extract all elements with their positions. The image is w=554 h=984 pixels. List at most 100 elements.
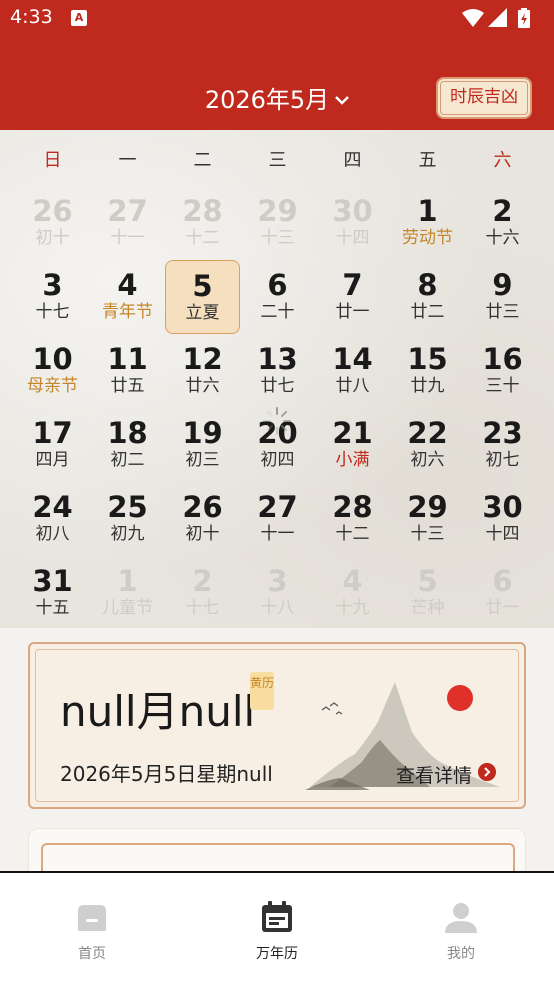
lunar-label: 初七 [485, 450, 520, 470]
day-number: 4 [117, 268, 138, 302]
gregorian-date-line: 2026年5月5日星期null [60, 762, 273, 786]
calendar-day[interactable]: 17 四月 [15, 408, 90, 482]
lunar-label: 青年节 [102, 302, 153, 322]
day-number: 30 [482, 490, 523, 524]
calendar-day[interactable]: 6 廿一 [465, 556, 540, 630]
calendar-day[interactable]: 30 十四 [315, 186, 390, 260]
calendar-day[interactable]: 13 廿七 [240, 334, 315, 408]
lunar-label: 十五 [35, 598, 70, 618]
calendar-day[interactable]: 31 十五 [15, 556, 90, 630]
calendar-day[interactable]: 4 青年节 [90, 260, 165, 334]
day-number: 22 [407, 416, 448, 450]
calendar-day[interactable]: 2 十七 [165, 556, 240, 630]
month-title: 2026年5月 [204, 86, 330, 114]
huangli-card[interactable]: null月null 黄历 2026年5月5日星期null 查看详情 [28, 642, 526, 809]
signal-icon [488, 8, 507, 27]
day-number: 8 [417, 268, 438, 302]
calendar-day[interactable]: 11 廿五 [90, 334, 165, 408]
lunar-label: 初六 [410, 450, 445, 470]
lunar-label: 初三 [185, 450, 220, 470]
calendar-day[interactable]: 27 十一 [240, 482, 315, 556]
huangli-badge: 黄历 [250, 672, 274, 710]
lunar-label: 廿一 [485, 598, 520, 618]
home-icon [78, 905, 106, 931]
day-number: 29 [407, 490, 448, 524]
calendar-day[interactable]: 27 十一 [90, 186, 165, 260]
day-number: 4 [342, 564, 363, 598]
calendar-day[interactable]: 22 初六 [390, 408, 465, 482]
lunar-label: 十三 [260, 228, 295, 248]
shichen-button[interactable]: 时辰吉凶 [436, 77, 532, 119]
day-number: 25 [107, 490, 148, 524]
day-number: 12 [182, 342, 223, 376]
calendar-day[interactable]: 23 初七 [465, 408, 540, 482]
day-number: 1 [117, 564, 138, 598]
lunar-label: 三十 [485, 376, 520, 396]
lunar-date: null月null [60, 687, 256, 736]
calendar-day[interactable]: 1 劳动节 [390, 186, 465, 260]
calendar-day[interactable]: 3 十七 [15, 260, 90, 334]
calendar-day[interactable]: 8 廿二 [390, 260, 465, 334]
calendar-day[interactable]: 24 初八 [15, 482, 90, 556]
app-header: 4:33 A 2026年5月 时辰吉凶 [0, 0, 554, 130]
day-number: 19 [182, 416, 223, 450]
calendar-day[interactable]: 9 廿三 [465, 260, 540, 334]
nav-home-label: 首页 [78, 946, 106, 962]
nav-home[interactable]: 首页 [42, 899, 142, 963]
day-number: 28 [182, 194, 223, 228]
lunar-label: 十四 [485, 524, 520, 544]
day-number: 31 [32, 564, 73, 598]
lunar-label: 廿五 [110, 376, 145, 396]
calendar-day[interactable]: 10 母亲节 [15, 334, 90, 408]
calendar-day[interactable]: 6 二十 [240, 260, 315, 334]
calendar-day[interactable]: 7 廿一 [315, 260, 390, 334]
lunar-label: 初十 [185, 524, 220, 544]
calendar-day[interactable]: 29 十三 [240, 186, 315, 260]
calendar-day[interactable]: 26 初十 [15, 186, 90, 260]
day-number: 15 [407, 342, 448, 376]
weekday-row: 日一二三四五六 [15, 146, 539, 174]
nav-calendar[interactable]: 万年历 [227, 899, 327, 963]
lunar-label: 廿七 [260, 376, 295, 396]
day-number: 9 [492, 268, 513, 302]
day-number: 27 [257, 490, 298, 524]
calendar-day[interactable]: 26 初十 [165, 482, 240, 556]
day-number: 26 [182, 490, 223, 524]
lunar-label: 小满 [335, 450, 370, 470]
lunar-label: 廿九 [410, 376, 445, 396]
weekday-label: 一 [118, 150, 137, 171]
day-number: 13 [257, 342, 298, 376]
calendar-day[interactable]: 21 小满 [315, 408, 390, 482]
lunar-label: 廿八 [335, 376, 370, 396]
calendar-day[interactable]: 30 十四 [465, 482, 540, 556]
calendar-day[interactable]: 5 芒种 [390, 556, 465, 630]
calendar-day[interactable]: 18 初二 [90, 408, 165, 482]
day-number: 1 [417, 194, 438, 228]
chevron-down-icon [335, 96, 350, 105]
calendar-day[interactable]: 1 儿童节 [90, 556, 165, 630]
day-number: 6 [267, 268, 288, 302]
calendar-day[interactable]: 2 十六 [465, 186, 540, 260]
lunar-label: 二十 [260, 302, 295, 322]
nav-profile[interactable]: 我的 [411, 899, 511, 963]
weekday-label: 六 [493, 150, 512, 171]
calendar-day[interactable]: 4 十九 [315, 556, 390, 630]
calendar-day[interactable]: 29 十三 [390, 482, 465, 556]
calendar-day[interactable]: 14 廿八 [315, 334, 390, 408]
calendar-day-selected[interactable]: 5 立夏 [165, 260, 240, 334]
calendar-day[interactable]: 12 廿六 [165, 334, 240, 408]
calendar-day[interactable]: 15 廿九 [390, 334, 465, 408]
calendar-day[interactable]: 25 初九 [90, 482, 165, 556]
calendar-day[interactable]: 28 十二 [165, 186, 240, 260]
lunar-label: 初二 [110, 450, 145, 470]
chevron-right-icon[interactable] [478, 763, 496, 781]
calendar-grid: 日一二三四五六 26 初十 27 十一 28 十二 29 十三 30 十四 1 劳动节 2 十六 3 十七 4 青… [0, 130, 554, 628]
calendar-day[interactable]: 28 十二 [315, 482, 390, 556]
calendar-day[interactable]: 19 初三 [165, 408, 240, 482]
lunar-label: 芒种 [410, 598, 445, 618]
view-details-link[interactable]: 查看详情 [396, 761, 472, 788]
calendar-day[interactable]: 3 十八 [240, 556, 315, 630]
lunar-label: 儿童节 [102, 598, 153, 618]
day-number: 2 [492, 194, 513, 228]
calendar-day[interactable]: 16 三十 [465, 334, 540, 408]
